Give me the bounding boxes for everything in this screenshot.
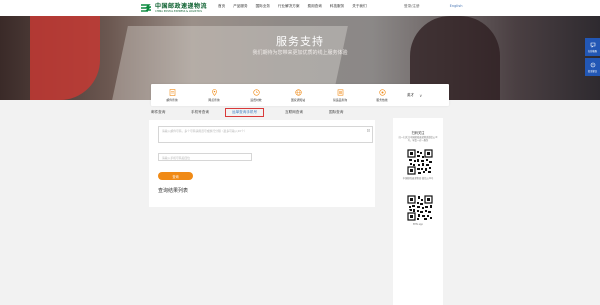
- wechat-qr-code: [407, 149, 433, 175]
- nav-item-about[interactable]: 关于我们: [352, 4, 366, 9]
- nav-item-international[interactable]: 国际业务: [256, 4, 270, 9]
- service-prohibited-items[interactable]: 禁运品查询: [319, 89, 361, 102]
- service-freight-time[interactable]: 运费时效: [235, 88, 277, 102]
- qr-panel-description: 扫一扫关注中国邮政速递物流微信公众号，享受一对一服务: [398, 136, 438, 142]
- banner-photo-red-shirt: [30, 16, 100, 100]
- nav-item-solutions[interactable]: 行业解决方案: [278, 4, 300, 9]
- logo[interactable]: 中国邮政速递物流 CHINA POSTAL EXPRESS & LOGISTIC…: [140, 2, 207, 14]
- app-qr-code: [407, 195, 433, 221]
- qr-code-panel: 扫码关注 扫一扫关注中国邮政速递物流微信公众号，享受一对一服务 中国邮政速递物流…: [393, 118, 443, 305]
- app-qr-caption: EMS app: [413, 223, 423, 226]
- query-tabs: 邮件查询 手机号查询 运单查询手机号 互联网查询 国际查询: [149, 108, 375, 120]
- globe-icon: [294, 88, 302, 96]
- waybill-textarea[interactable]: 请输入邮件号码，多个号码请用逗号或换行分隔（最多可输入20个）: [158, 126, 373, 143]
- service-country-notice[interactable]: 国家通知站: [277, 88, 319, 102]
- clock-icon: [252, 88, 260, 96]
- logo-chinese-text: 中国邮政速递物流: [155, 3, 208, 10]
- quick-services-card: 邮件查询 网点查询 运费时效 国家通知站 禁运品查询 服务热线 英才 ∨: [151, 84, 449, 106]
- list-icon: [337, 89, 343, 96]
- english-link[interactable]: English: [450, 4, 463, 9]
- phone-icon: [378, 88, 386, 96]
- service-hotline[interactable]: 服务热线: [361, 88, 403, 102]
- language-selector[interactable]: 英才 ∨: [407, 93, 422, 98]
- china-post-logo-icon: [141, 4, 151, 12]
- chevron-down-icon: ∨: [419, 92, 423, 98]
- query-button[interactable]: 查询: [158, 172, 193, 180]
- tab-internet-query[interactable]: 互联网查询: [285, 110, 303, 115]
- feedback-button[interactable]: 投诉建议: [585, 58, 600, 76]
- page-title: 服务支持: [276, 35, 324, 48]
- nav-item-tech[interactable]: 科技服务: [330, 4, 344, 9]
- wechat-qr-caption: 中国邮政速递物流 微信公众号: [402, 177, 434, 180]
- tab-international-query[interactable]: 国际查询: [329, 110, 343, 115]
- tab-waybill-phone-query[interactable]: 运单查询手机号: [225, 108, 265, 117]
- login-link[interactable]: 登录/注册: [404, 4, 420, 9]
- logo-english-text: CHINA POSTAL EXPRESS & LOGISTICS: [155, 10, 202, 13]
- query-form-panel: 请输入邮件号码，多个号码请用逗号或换行分隔（最多可输入20个） 请输入手机号码后…: [149, 120, 375, 207]
- top-navigation-bar: 中国邮政速递物流 CHINA POSTAL EXPRESS & LOGISTIC…: [0, 0, 600, 16]
- phone-last-digits-input[interactable]: 请输入手机号码后四位: [158, 153, 252, 161]
- nav-item-home[interactable]: 首页: [218, 4, 225, 9]
- page-subtitle: 我们期待为您带来更加优质的线上服务体验: [252, 50, 348, 56]
- scan-icon[interactable]: [367, 129, 370, 132]
- main-nav: 首页 产品服务 国际业务 行业解决方案 费用查询 科技服务 关于我们: [218, 4, 367, 9]
- nav-item-products[interactable]: 产品服务: [233, 4, 247, 9]
- tab-phone-query[interactable]: 手机号查询: [191, 110, 209, 115]
- query-results-title: 查询结果列表: [158, 188, 189, 194]
- online-service-button[interactable]: 在线客服: [585, 38, 600, 56]
- location-icon: [211, 88, 217, 96]
- nav-item-fees[interactable]: 费用查询: [308, 4, 322, 9]
- chat-icon: [590, 42, 595, 48]
- document-icon: [169, 88, 175, 96]
- service-mail-query[interactable]: 邮件查询: [151, 88, 193, 102]
- service-outlet-query[interactable]: 网点查询: [193, 88, 235, 102]
- tab-mail-query[interactable]: 邮件查询: [151, 110, 165, 115]
- side-toolbar: 在线客服 投诉建议: [585, 38, 600, 78]
- feedback-icon: [590, 62, 595, 67]
- qr-panel-title: 扫码关注: [411, 131, 425, 135]
